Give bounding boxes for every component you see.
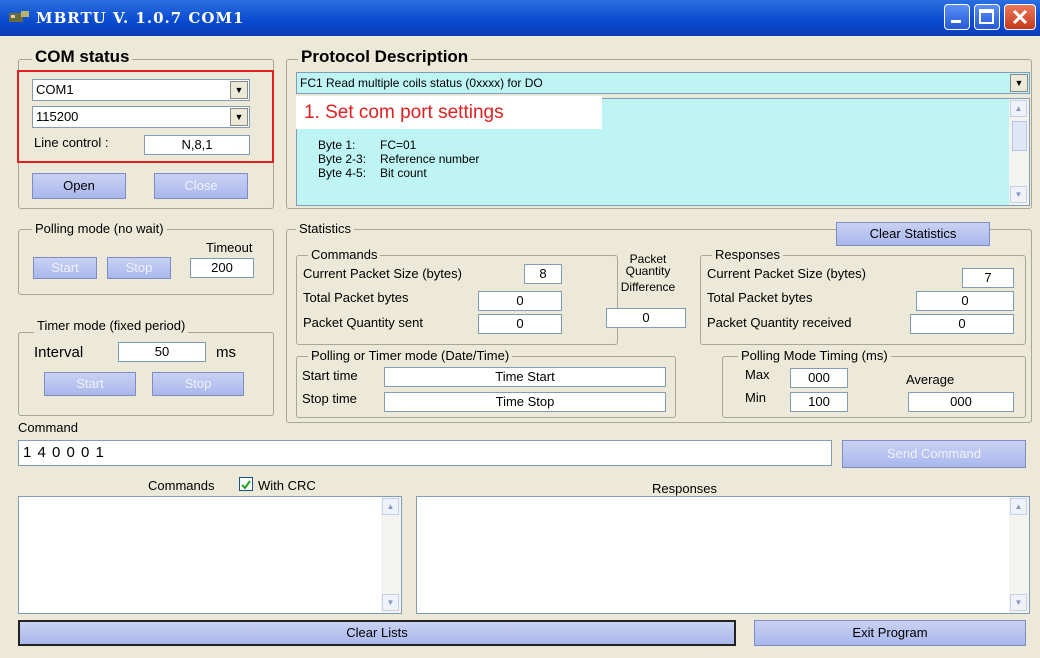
timing-min-field: 100 <box>790 392 848 412</box>
line-control-field[interactable]: N,8,1 <box>144 135 250 155</box>
start-time-field: Time Start <box>384 367 666 387</box>
resp-total-bytes-label: Total Packet bytes <box>707 290 813 305</box>
resp-qty-recv-label: Packet Quantity received <box>707 315 852 330</box>
responses-list-label: Responses <box>652 481 718 496</box>
window-title: MBRTU V. 1.0.7 COM1 <box>36 9 245 27</box>
cmd-total-bytes-field: 0 <box>478 291 562 311</box>
timeout-field[interactable]: 200 <box>190 258 254 278</box>
close-port-button[interactable]: Close <box>154 173 248 199</box>
statistics-title: Statistics <box>296 221 355 236</box>
commands-list[interactable]: ▲ ▼ <box>18 496 402 614</box>
maximize-button[interactable] <box>974 4 1000 30</box>
protocol-selected: FC1 Read multiple coils status (0xxxx) f… <box>300 76 543 90</box>
window-body: COM status COM1 ▼ 115200 ▼ Line control … <box>0 36 1040 658</box>
clear-statistics-button[interactable]: Clear Statistics <box>836 222 990 246</box>
annotation-callout: 1. Set com port settings <box>296 96 602 129</box>
polling-stop-button[interactable]: Stop <box>107 257 171 279</box>
protocol-function-select[interactable]: FC1 Read multiple coils status (0xxxx) f… <box>296 72 1030 94</box>
commands-list-label: Commands <box>148 478 215 493</box>
chevron-down-icon[interactable]: ▼ <box>1010 74 1028 92</box>
cmd-current-size-field: 8 <box>524 264 562 284</box>
scroll-up-icon[interactable]: ▲ <box>1010 100 1027 117</box>
responses-list[interactable]: ▲ ▼ <box>416 496 1030 614</box>
timer-stop-button[interactable]: Stop <box>152 372 244 396</box>
cmd-qty-sent-label: Packet Quantity sent <box>303 315 423 330</box>
command-input[interactable]: 1 4 0 0 0 1 <box>18 440 832 466</box>
scroll-down-icon[interactable]: ▼ <box>1010 186 1027 203</box>
start-time-label: Start time <box>302 368 358 383</box>
resp-current-size-label: Current Packet Size (bytes) <box>707 266 866 281</box>
baud-rate-select[interactable]: 115200 ▼ <box>32 106 250 128</box>
protocol-scrollbar[interactable]: ▲ ▼ <box>1009 99 1029 205</box>
scroll-down-icon[interactable]: ▼ <box>1010 594 1027 611</box>
with-crc-label: With CRC <box>258 478 316 493</box>
line-control-label: Line control : <box>34 135 109 150</box>
responses-list-scrollbar[interactable]: ▲ ▼ <box>1009 497 1029 613</box>
timing-title: Polling Mode Timing (ms) <box>738 348 891 363</box>
commands-list-scrollbar[interactable]: ▲ ▼ <box>381 497 401 613</box>
with-crc-checkbox[interactable] <box>239 477 253 491</box>
timeout-label: Timeout <box>206 240 253 255</box>
polling-start-button[interactable]: Start <box>33 257 97 279</box>
timing-min-label: Min <box>745 390 766 405</box>
cmd-total-bytes-label: Total Packet bytes <box>303 290 409 305</box>
scroll-down-icon[interactable]: ▼ <box>382 594 399 611</box>
maximize-icon <box>979 9 994 24</box>
exit-program-button[interactable]: Exit Program <box>754 620 1026 646</box>
cmd-qty-sent-field: 0 <box>478 314 562 334</box>
commands-stats-title: Commands <box>308 247 381 262</box>
timing-avg-label: Average <box>906 372 955 387</box>
polling-title: Polling mode (no wait) <box>32 221 167 236</box>
command-label: Command <box>18 420 78 435</box>
responses-stats-title: Responses <box>712 247 784 262</box>
clear-lists-button[interactable]: Clear Lists <box>18 620 736 646</box>
protocol-title: Protocol Description <box>298 47 472 67</box>
scroll-up-icon[interactable]: ▲ <box>382 498 399 515</box>
timing-max-label: Max <box>745 367 770 382</box>
title-bar[interactable]: MBRTU V. 1.0.7 COM1 <box>0 0 1040 36</box>
scroll-thumb[interactable] <box>1012 121 1027 151</box>
resp-current-size-field: 7 <box>962 268 1014 288</box>
app-icon <box>9 11 29 22</box>
timer-title: Timer mode (fixed period) <box>34 318 189 333</box>
com-port-select[interactable]: COM1 ▼ <box>32 79 250 101</box>
interval-label: Interval <box>34 344 84 361</box>
protocol-lines: Byte 1: FC=01 Byte 2-3: Reference number B… <box>318 138 479 180</box>
timer-start-button[interactable]: Start <box>44 372 136 396</box>
com-port-value: COM1 <box>36 82 74 97</box>
baud-rate-value: 115200 <box>36 109 79 124</box>
datetime-title: Polling or Timer mode (Date/Time) <box>308 348 513 363</box>
resp-total-bytes-field: 0 <box>916 291 1014 311</box>
minimize-icon <box>951 20 961 23</box>
resp-qty-recv-field: 0 <box>910 314 1014 334</box>
open-button[interactable]: Open <box>32 173 126 199</box>
interval-unit: ms <box>216 344 236 361</box>
protocol-line: Byte 1: FC=01 <box>318 138 417 152</box>
chevron-down-icon[interactable]: ▼ <box>230 81 248 99</box>
send-command-button[interactable]: Send Command <box>842 440 1026 468</box>
annotation-text: 1. Set com port settings <box>304 102 504 123</box>
minimize-button[interactable] <box>944 4 970 30</box>
protocol-line: Byte 4-5: Bit count <box>318 166 427 180</box>
scroll-up-icon[interactable]: ▲ <box>1010 498 1027 515</box>
close-button[interactable] <box>1004 4 1036 30</box>
protocol-line: Byte 2-3: Reference number <box>318 152 480 166</box>
packet-qty-difference-label: Packet Quantity Difference <box>620 252 676 294</box>
packet-qty-difference-field: 0 <box>606 308 686 328</box>
chevron-down-icon[interactable]: ▼ <box>230 108 248 126</box>
stop-time-label: Stop time <box>302 391 357 406</box>
timing-avg-field: 000 <box>908 392 1014 412</box>
com-status-title: COM status <box>32 47 133 67</box>
checkmark-icon <box>241 480 251 490</box>
interval-field[interactable]: 50 <box>118 342 206 362</box>
cmd-current-size-label: Current Packet Size (bytes) <box>303 266 462 281</box>
close-icon <box>1012 9 1028 25</box>
stop-time-field: Time Stop <box>384 392 666 412</box>
timing-max-field: 000 <box>790 368 848 388</box>
